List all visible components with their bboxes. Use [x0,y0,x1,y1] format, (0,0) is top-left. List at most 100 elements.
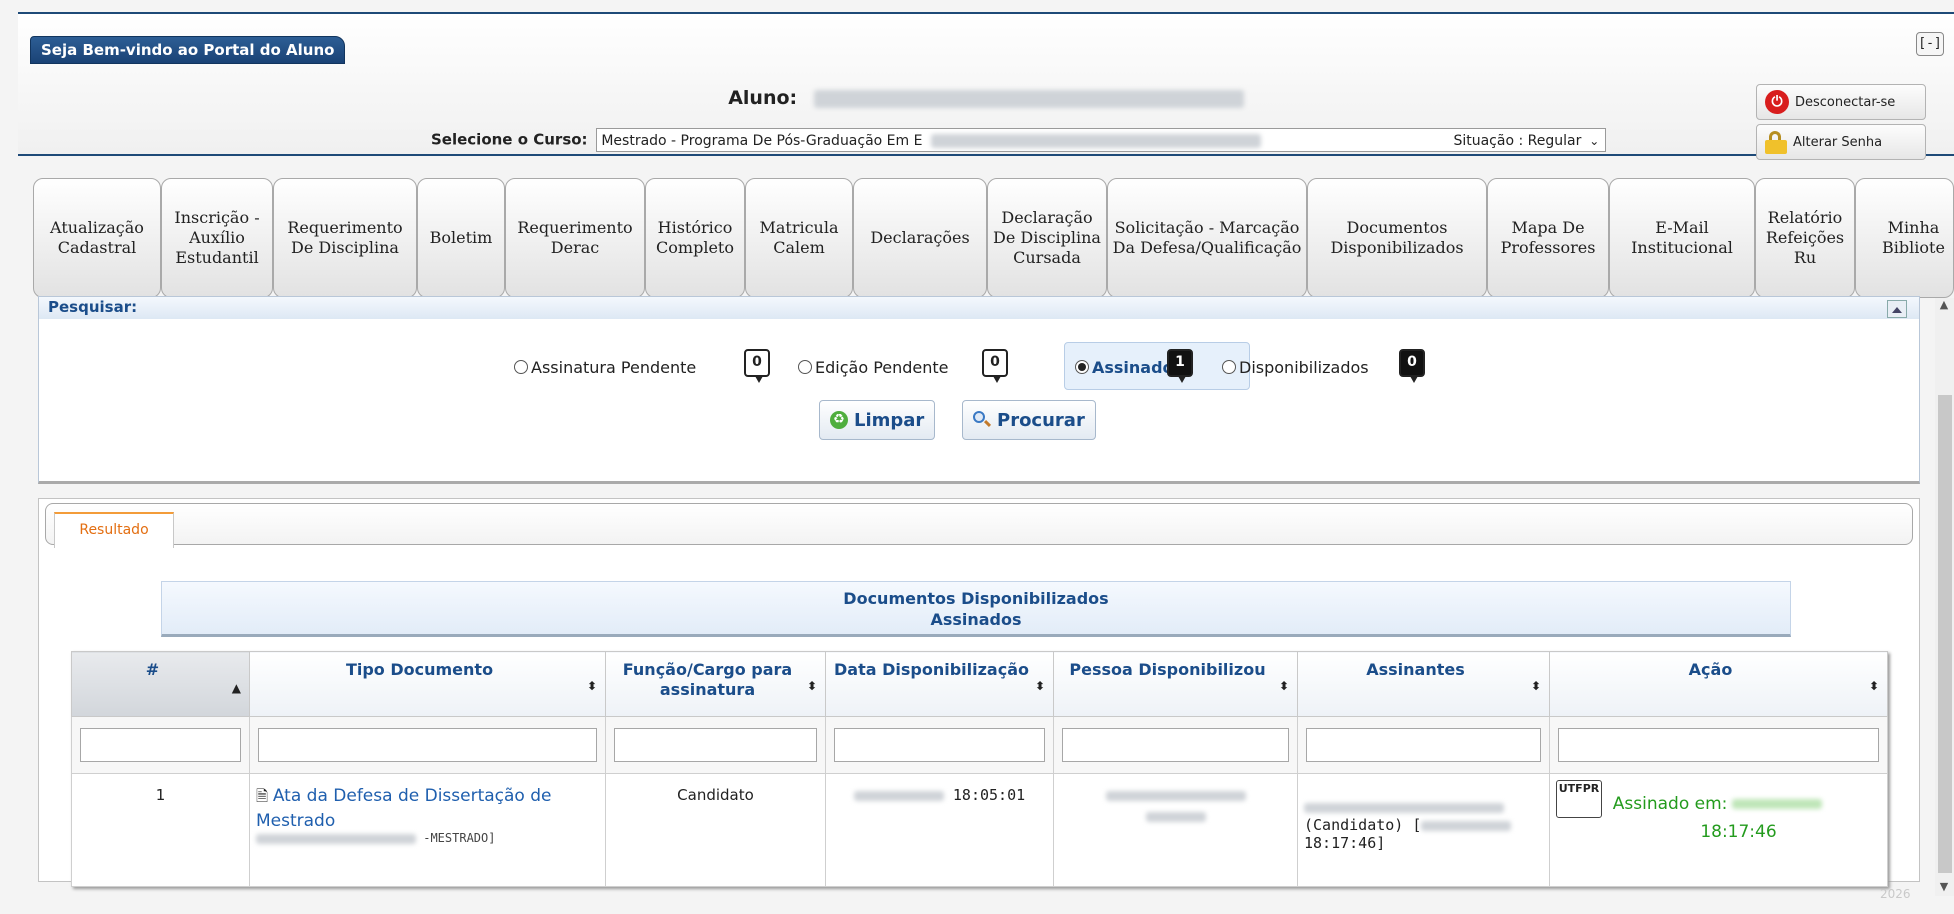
filter-input-number[interactable] [80,728,241,762]
menu-item-historico-completo[interactable]: Histórico Completo [645,178,745,298]
document-link[interactable]: Ata da Defesa de Dissertação de Mestrado [256,786,551,831]
welcome-tab: Seja Bem-vindo ao Portal do Aluno [30,36,346,64]
column-header-acao[interactable]: Ação ⬍ [1549,651,1888,717]
filter-input-data[interactable] [834,728,1045,762]
cell-number: 1 [71,773,250,887]
sort-icon: ⬍ [1278,679,1289,693]
redacted-date [853,790,944,801]
cell-data: 18:05:01 [825,773,1054,887]
collapse-header-button[interactable]: [-] [1916,32,1944,56]
search-panel: Pesquisar: Assinatura Pendente 0 Edição … [38,296,1920,484]
scroll-down-icon[interactable]: ▼ [1937,880,1951,893]
cell-funcao: Candidato [605,773,826,887]
redacted-person [1105,790,1246,801]
redacted-signed-date [1732,798,1823,809]
filter-input-assinantes[interactable] [1306,728,1541,762]
logout-label: Desconectar-se [1795,94,1896,110]
change-password-button[interactable]: Alterar Senha [1756,124,1926,160]
filter-input-pessoa[interactable] [1062,728,1289,762]
radio-edicao-pendente[interactable]: Edição Pendente [798,353,949,381]
course-select-value: Mestrado - Programa De Pós-Graduação Em … [601,133,923,149]
menu-item-minha-biblioteca[interactable]: Minha Bibliote [1855,178,1954,298]
change-password-label: Alterar Senha [1793,134,1883,150]
course-name-redacted [930,134,1261,148]
column-header-number[interactable]: # ▲ [71,651,250,717]
tab-bar: Resultado [45,503,1913,548]
menu-item-declaracoes[interactable]: Declarações [853,178,987,298]
document-subtitle: -MESTRADO] [256,831,599,845]
student-name-redacted [813,89,1244,108]
tab-resultado[interactable]: Resultado [54,512,174,548]
column-header-tipo-documento[interactable]: Tipo Documento ⬍ [249,651,606,717]
procurar-button[interactable]: Procurar [962,400,1096,440]
result-panel: Resultado Documentos Disponibilizados As… [38,498,1920,887]
column-header-funcao-cargo[interactable]: Função/Cargo para assinatura ⬍ [605,651,826,717]
count-badge-assinatura-pendente: 0 [744,349,770,383]
menu-item-matricula-calem[interactable]: Matricula Calem [745,178,853,298]
sort-icon: ⬍ [1868,679,1879,693]
filter-row [71,716,1888,774]
column-header-data-disponibilizacao[interactable]: Data Disponibilização ⬍ [825,651,1054,717]
menu-item-atualizacao-cadastral[interactable]: Atualização Cadastral [33,178,161,298]
column-header-assinantes[interactable]: Assinantes ⬍ [1297,651,1550,717]
aluno-label: Aluno: [728,87,798,109]
menu-item-declaracao-disciplina[interactable]: Declaração De Disciplina Cursada [987,178,1107,298]
logout-button[interactable]: ⏻ Desconectar-se [1756,84,1926,120]
scrollbar-thumb[interactable] [1938,395,1952,873]
radio-disponibilizados[interactable]: Disponibilizados [1222,353,1369,381]
scroll-up-icon[interactable]: ▲ [1937,298,1951,311]
main-menu: Atualização Cadastral Inscrição - Auxíli… [33,178,1954,298]
radio-button[interactable] [1222,360,1236,374]
redacted-sign-date [1421,820,1512,831]
menu-item-relatorio-refeicoes[interactable]: Relatório Refeições Ru [1755,178,1855,298]
course-status: Situação : Regular [1453,133,1582,149]
power-icon: ⏻ [1765,90,1789,114]
table-row: 1 🗎 Ata da Defesa de Dissertação de Mest… [71,773,1888,887]
filter-input-acao[interactable] [1558,728,1879,762]
radio-button-checked[interactable] [1075,360,1089,374]
column-header-pessoa-disponibilizou[interactable]: Pessoa Disponibilizou ⬍ [1053,651,1298,717]
lock-icon [1765,130,1787,154]
cell-assinantes: (Candidato) [ 18:17:46] [1297,773,1550,887]
course-select[interactable]: Mestrado - Programa De Pós-Graduação Em … [596,128,1607,152]
menu-item-requerimento-disciplina[interactable]: Requerimento De Disciplina [273,178,417,298]
chevron-down-icon: ⌄ [1589,134,1600,148]
redacted-signer [1304,802,1504,813]
radio-button[interactable] [514,360,528,374]
course-selector-row: Selecione o Curso: Mestrado - Programa D… [431,128,1607,152]
utfpr-logo: UTFPR [1556,780,1602,818]
magnifier-icon [973,411,992,429]
menu-item-solicitacao-defesa[interactable]: Solicitação - Marcação Da Defesa/Qualifi… [1107,178,1307,298]
sort-icon: ⬍ [586,679,597,693]
cell-pessoa [1053,773,1298,887]
menu-item-requerimento-derac[interactable]: Requerimento Derac [505,178,645,298]
filter-input-funcao-cargo[interactable] [614,728,817,762]
footer-year: 2026 [1880,887,1911,901]
count-badge-edicao-pendente: 0 [982,349,1008,383]
grid-caption: Documentos Disponibilizados Assinados [161,581,1791,637]
cell-tipo-documento: 🗎 Ata da Defesa de Dissertação de Mestra… [249,773,606,887]
radio-button[interactable] [798,360,812,374]
redacted-person-id [1145,811,1206,822]
radio-assinatura-pendente[interactable]: Assinatura Pendente [514,353,696,381]
signed-time: 18:17:46 [1700,822,1777,842]
menu-item-inscricao-auxilio[interactable]: Inscrição - Auxílio Estudantil [161,178,273,298]
student-row: Aluno: [18,87,1954,109]
documents-table: # ▲ Tipo Documento ⬍ Função/Cargo para ass… [71,651,1888,887]
sort-ascending-icon: ▲ [231,681,241,695]
menu-item-documentos-disponibilizados[interactable]: Documentos Disponibilizados [1307,178,1487,298]
collapse-search-button[interactable] [1887,300,1907,318]
count-badge-disponibilizados: 0 [1399,349,1425,383]
sort-icon: ⬍ [1530,679,1541,693]
filter-input-tipo-documento[interactable] [258,728,597,762]
menu-item-boletim[interactable]: Boletim [417,178,505,298]
sort-icon: ⬍ [1034,679,1045,693]
recycle-icon: ♻ [830,411,848,429]
search-title: Pesquisar: [39,297,1919,319]
menu-item-email-institucional[interactable]: E-Mail Institucional [1609,178,1755,298]
count-badge-assinados: 1 [1167,349,1193,383]
menu-item-mapa-professores[interactable]: Mapa De Professores [1487,178,1609,298]
portal-header: Seja Bem-vindo ao Portal do Aluno [-] Al… [18,12,1954,160]
course-label: Selecione o Curso: [431,130,588,149]
limpar-button[interactable]: ♻ Limpar [819,400,936,440]
